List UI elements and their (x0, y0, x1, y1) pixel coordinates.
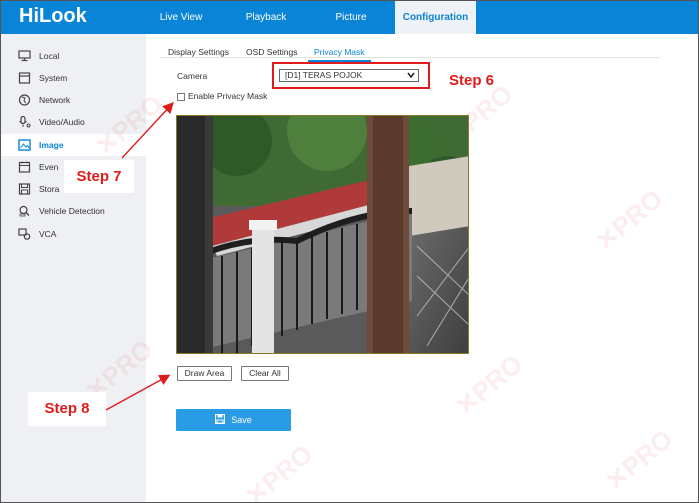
step8-arrow (105, 374, 171, 411)
step7-arrow (121, 101, 174, 159)
annotation-arrows (105, 101, 174, 411)
